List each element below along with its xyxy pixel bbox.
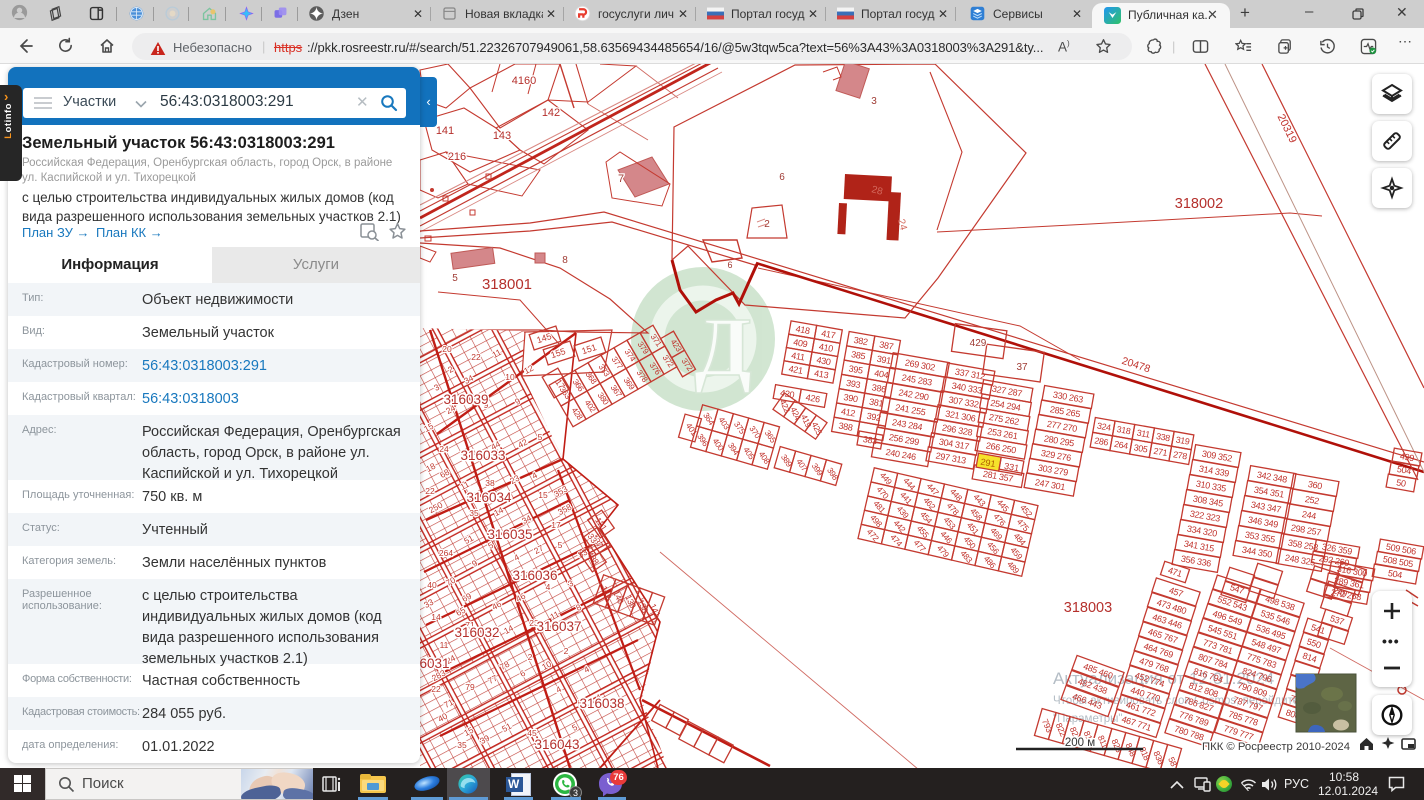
svg-text:316035: 316035 [487,527,532,542]
svg-text:11: 11 [440,640,449,650]
svg-text:316043: 316043 [534,737,579,752]
svg-text:22: 22 [431,684,441,694]
svg-text:22: 22 [471,352,481,362]
svg-text:141: 141 [436,125,454,137]
svg-text:8: 8 [562,255,568,266]
svg-text:316038: 316038 [579,696,624,711]
svg-text:216: 216 [448,151,466,163]
svg-text:318001: 318001 [482,276,532,293]
svg-text:3: 3 [871,96,877,107]
svg-text:10: 10 [505,372,515,382]
svg-text:316036: 316036 [512,568,557,583]
svg-text:5: 5 [538,432,543,442]
svg-text:316039: 316039 [443,392,488,407]
svg-text:6: 6 [779,172,785,183]
svg-text:316034: 316034 [466,490,512,505]
svg-text:17: 17 [551,520,561,530]
svg-text:5: 5 [558,540,563,550]
svg-text:22: 22 [425,486,435,496]
svg-text:318002: 318002 [1175,196,1223,212]
svg-text:35: 35 [469,508,479,518]
svg-text:6: 6 [727,260,732,270]
svg-text:316032: 316032 [454,625,499,640]
svg-text:2: 2 [564,646,569,656]
svg-text:38: 38 [485,478,495,488]
svg-text:20: 20 [442,344,452,354]
svg-text:37: 37 [1016,362,1028,373]
svg-text:24: 24 [439,444,449,454]
svg-text:142: 142 [542,107,560,119]
svg-text:143: 143 [493,130,511,142]
svg-text:4160: 4160 [512,75,536,87]
svg-text:35: 35 [457,740,467,750]
svg-text:14: 14 [431,612,441,622]
svg-text:429: 429 [970,338,987,349]
svg-text:2: 2 [528,652,533,662]
svg-text:316033: 316033 [460,448,505,463]
svg-text:200 м: 200 м [1065,737,1095,749]
svg-text:5: 5 [452,273,458,284]
svg-text:79: 79 [465,682,475,692]
svg-text:7: 7 [618,173,624,185]
svg-text:ПКК © Росреестр 2010-2024: ПКК © Росреестр 2010-2024 [1202,741,1350,753]
svg-text:4: 4 [546,582,551,592]
svg-text:318003: 318003 [1064,600,1112,616]
svg-text:264: 264 [439,548,453,558]
svg-text:Д: Д [694,301,752,394]
svg-text:40: 40 [427,580,437,590]
svg-text:316037: 316037 [536,619,581,634]
svg-text:15: 15 [538,490,548,500]
